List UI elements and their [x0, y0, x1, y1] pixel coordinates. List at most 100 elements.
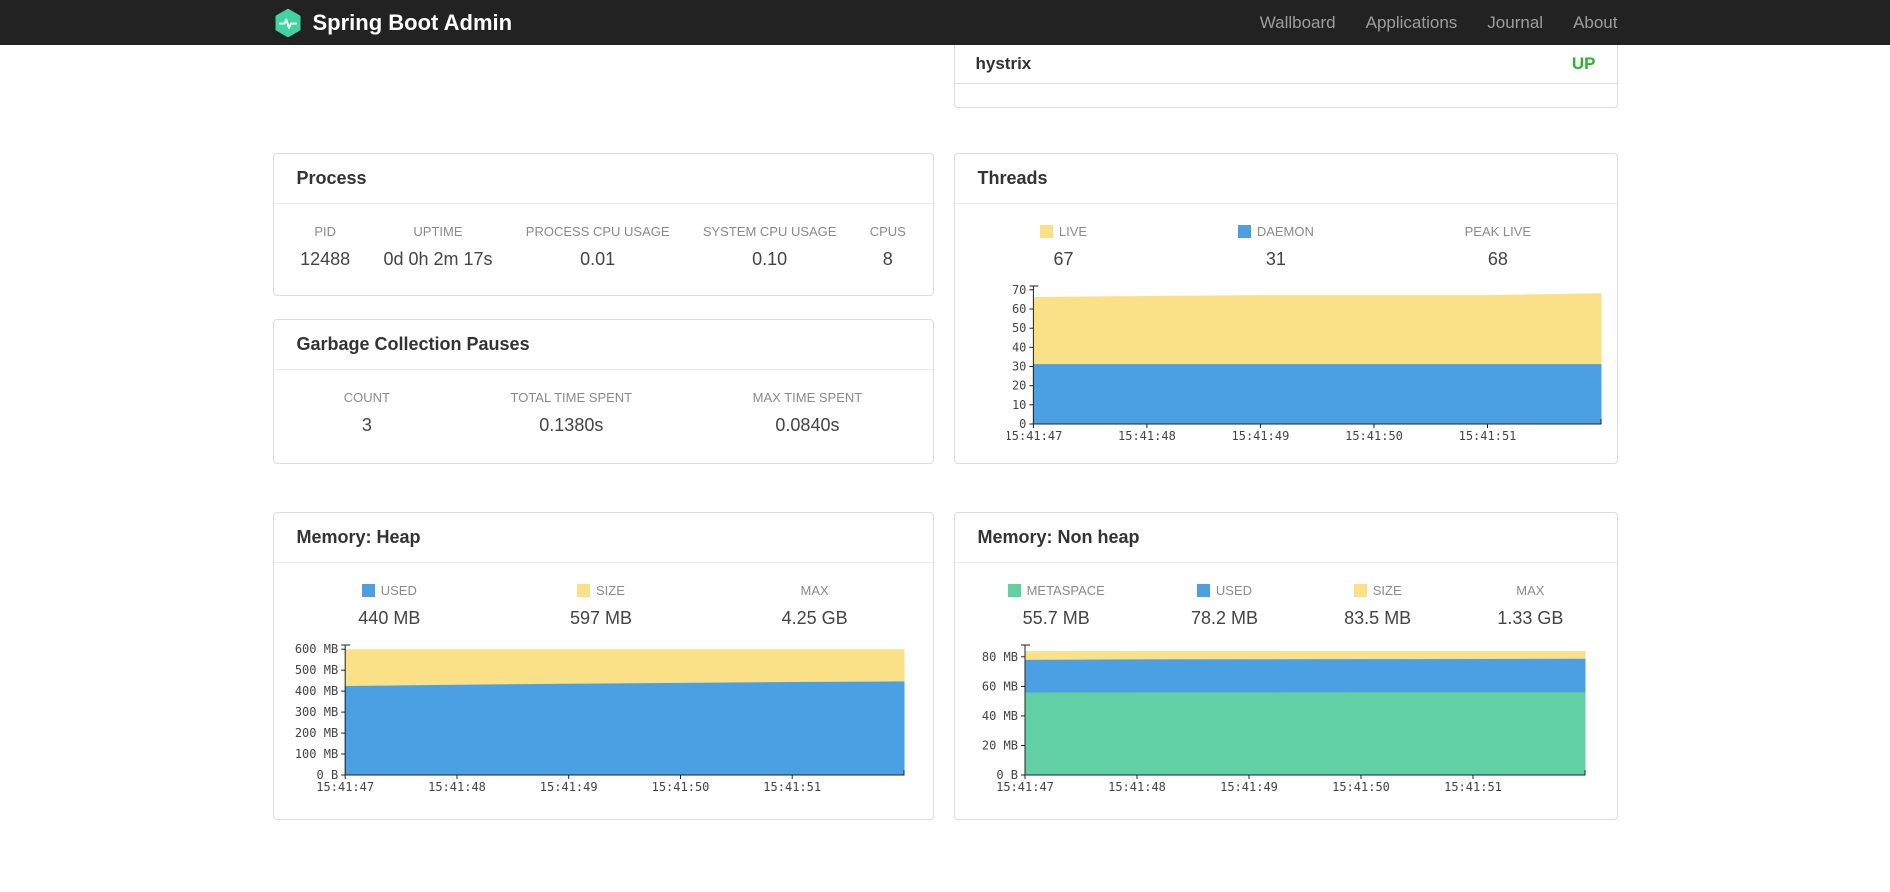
svg-text:15:41:48: 15:41:48: [428, 780, 486, 794]
legend-label-row: PEAK LIVE: [1465, 224, 1531, 239]
svg-text:80 MB: 80 MB: [981, 650, 1017, 664]
legend-metaspace: METASPACE 55.7 MB: [1007, 583, 1105, 629]
legend-label-row: USED: [1191, 583, 1258, 598]
legend-value: 31: [1265, 249, 1286, 269]
legend-label-row: METASPACE: [1007, 583, 1105, 598]
svg-text:15:41:47: 15:41:47: [1007, 429, 1062, 443]
svg-text:20 MB: 20 MB: [981, 739, 1017, 753]
legend-value: 440 MB: [358, 608, 421, 628]
heap-card-title: Memory: Heap: [273, 513, 933, 563]
memory-heap-card: Memory: Heap USED 440 MB SIZE 597 MB MAX…: [272, 512, 934, 820]
navbar: Spring Boot Admin Wallboard Applications…: [0, 0, 1890, 45]
nav-journal[interactable]: Journal: [1487, 13, 1543, 33]
metric-label: TOTAL TIME SPENT: [510, 390, 633, 405]
legend-size: SIZE 597 MB: [570, 583, 632, 629]
application-status-row: hystrix UP: [954, 45, 1617, 84]
legend-used: USED 78.2 MB: [1191, 583, 1258, 629]
legend-label-row: MAX: [782, 583, 848, 598]
application-name-link[interactable]: hystrix: [976, 54, 1032, 74]
svg-text:15:41:51: 15:41:51: [763, 780, 821, 794]
nonheap-legend: METASPACE 55.7 MB USED 78.2 MB SIZE 83.5…: [955, 563, 1617, 629]
nav-about[interactable]: About: [1573, 13, 1617, 33]
gc-card-title: Garbage Collection Pauses: [273, 320, 933, 370]
nav-applications[interactable]: Applications: [1366, 13, 1458, 33]
svg-text:40 MB: 40 MB: [981, 709, 1017, 723]
legend-value: 4.25 GB: [781, 608, 848, 628]
metric-gc-max-time: MAX TIME SPENT 0.0840s: [753, 390, 863, 436]
legend-daemon: DAEMON 31: [1237, 224, 1314, 270]
svg-text:200 MB: 200 MB: [294, 726, 337, 740]
size-color-swatch: [1353, 584, 1367, 597]
svg-text:15:41:50: 15:41:50: [1345, 429, 1403, 443]
heap-memory-chart: 0 B100 MB200 MB300 MB400 MB500 MB600 MB1…: [294, 642, 904, 794]
svg-text:15:41:49: 15:41:49: [1231, 429, 1289, 443]
metric-label: PID: [314, 224, 336, 239]
metric-value: 3: [361, 415, 372, 435]
brand-home-link[interactable]: Spring Boot Admin: [273, 8, 513, 38]
metric-value: 0.01: [580, 249, 616, 269]
svg-text:15:41:50: 15:41:50: [651, 780, 709, 794]
daemon-color-swatch: [1237, 225, 1251, 238]
brand-title: Spring Boot Admin: [312, 9, 513, 35]
svg-text:500 MB: 500 MB: [294, 663, 337, 677]
metric-value: 0.1380s: [539, 415, 604, 435]
svg-text:60 MB: 60 MB: [981, 679, 1017, 693]
threads-chart: 01020304050607015:41:47 15:41:48 15:41:49 1…: [1007, 283, 1601, 443]
used-color-swatch: [1196, 584, 1210, 597]
svg-text:15:41:51: 15:41:51: [1458, 429, 1516, 443]
metric-cpus: CPUS 8: [870, 224, 906, 270]
legend-value: 55.7 MB: [1022, 608, 1090, 628]
legend-label: LIVE: [1058, 224, 1088, 239]
legend-label-row: USED: [358, 583, 420, 598]
metric-value: 0d 0h 2m 17s: [383, 249, 493, 269]
metric-label: COUNT: [343, 390, 390, 405]
metric-label: CPUS: [869, 224, 906, 239]
svg-text:15:41:47: 15:41:47: [316, 780, 374, 794]
legend-label: SIZE: [596, 583, 625, 598]
metric-gc-total-time: TOTAL TIME SPENT 0.1380s: [511, 390, 633, 436]
nonheap-card-title: Memory: Non heap: [954, 513, 1617, 563]
svg-text:60: 60: [1011, 302, 1025, 316]
legend-value: 83.5 MB: [1344, 608, 1412, 628]
legend-label: USED: [1215, 583, 1253, 598]
threads-legend: LIVE 67 DAEMON 31 PEAK LIVE 68: [955, 204, 1617, 270]
svg-text:15:41:49: 15:41:49: [539, 780, 597, 794]
main-content: hystrix UP Process PID 12488 UPTIME 0d 0…: [272, 45, 1618, 820]
legend-label: DAEMON: [1256, 224, 1314, 239]
legend-value: 1.33 GB: [1497, 608, 1564, 628]
spring-boot-admin-logo-icon: [275, 8, 300, 37]
legend-label: MAX: [1516, 583, 1545, 598]
legend-label: SIZE: [1372, 583, 1402, 598]
process-card-title: Process: [273, 154, 933, 204]
svg-text:15:41:49: 15:41:49: [1220, 780, 1278, 794]
navbar-container: Spring Boot Admin Wallboard Applications…: [273, 0, 1618, 45]
top-row: Process PID 12488 UPTIME 0d 0h 2m 17s PR…: [272, 153, 1618, 464]
svg-text:15:41:50: 15:41:50: [1332, 780, 1390, 794]
heap-legend: USED 440 MB SIZE 597 MB MAX 4.25 GB: [274, 563, 933, 629]
metric-label: UPTIME: [413, 224, 463, 239]
garbage-collection-card: Garbage Collection Pauses COUNT 3 TOTAL …: [272, 319, 934, 464]
svg-text:400 MB: 400 MB: [294, 684, 337, 698]
svg-text:15:41:51: 15:41:51: [1444, 780, 1502, 794]
legend-value: 78.2 MB: [1190, 608, 1259, 628]
main-nav: Wallboard Applications Journal About: [1260, 13, 1618, 33]
legend-label-row: LIVE: [1039, 224, 1088, 239]
process-metrics: PID 12488 UPTIME 0d 0h 2m 17s PROCESS CP…: [274, 204, 933, 270]
left-column: Process PID 12488 UPTIME 0d 0h 2m 17s PR…: [272, 153, 934, 464]
metric-label: PROCESS CPU USAGE: [525, 224, 670, 239]
legend-max: MAX 4.25 GB: [782, 583, 848, 629]
svg-text:15:41:47: 15:41:47: [996, 780, 1054, 794]
svg-text:10: 10: [1011, 398, 1025, 412]
metaspace-color-swatch: [1007, 584, 1021, 597]
svg-text:15:41:48: 15:41:48: [1118, 429, 1176, 443]
legend-size: SIZE 83.5 MB: [1344, 583, 1411, 629]
svg-text:20: 20: [1011, 379, 1025, 393]
memory-nonheap-card: Memory: Non heap METASPACE 55.7 MB USED …: [953, 512, 1618, 820]
metric-system-cpu-usage: SYSTEM CPU USAGE 0.10: [703, 224, 837, 270]
threads-card-title: Threads: [954, 154, 1617, 204]
legend-label-row: SIZE: [570, 583, 632, 598]
nav-wallboard[interactable]: Wallboard: [1260, 13, 1336, 33]
svg-text:15:41:48: 15:41:48: [1108, 780, 1166, 794]
metric-gc-count: COUNT 3: [344, 390, 390, 436]
legend-label-row: SIZE: [1344, 583, 1411, 598]
